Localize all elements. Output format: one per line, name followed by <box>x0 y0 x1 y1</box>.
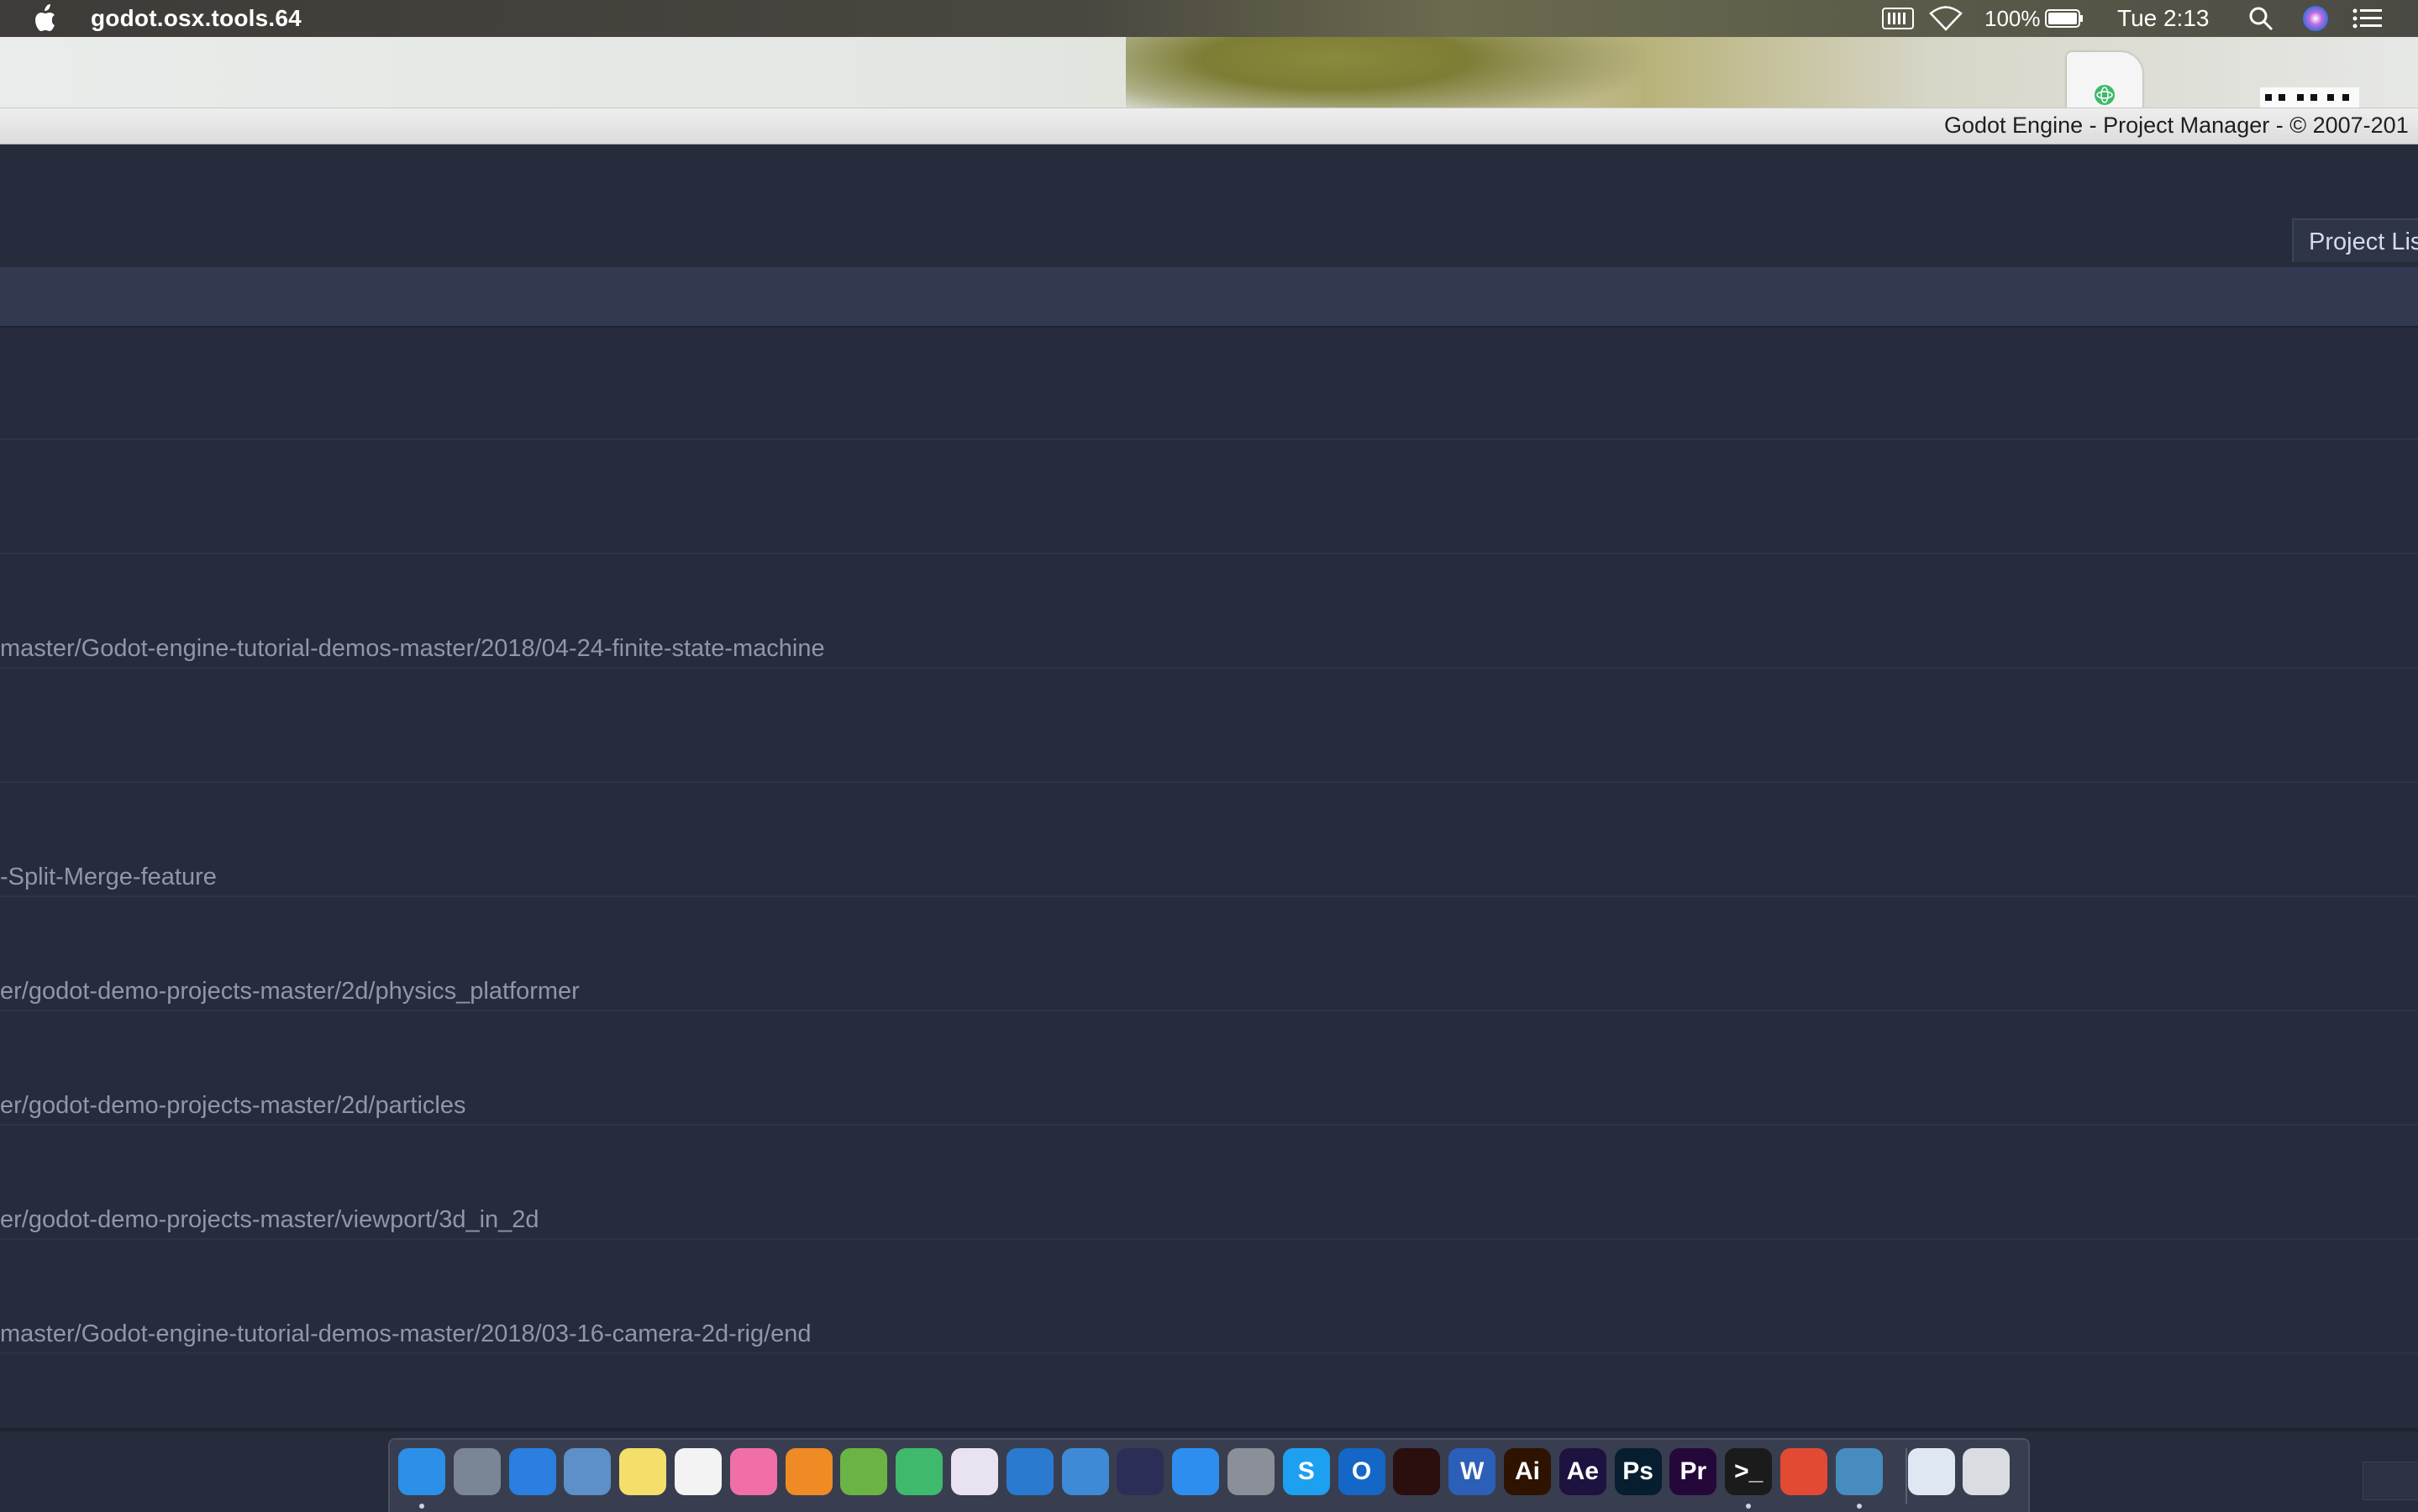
apple-icon[interactable] <box>32 3 57 34</box>
dock-atom-icon[interactable] <box>896 1448 944 1495</box>
project-row[interactable]: -Split-Merge-feature <box>0 783 2418 897</box>
window-title-bar[interactable]: Godot Engine - Project Manager - © 2007-… <box>0 108 2418 144</box>
desktop-file-icon[interactable] <box>2067 52 2142 108</box>
dock: S O W Ai Ae Ps Pr >_ <box>388 1438 2030 1512</box>
corner-widget <box>2363 1462 2418 1500</box>
dock-running-indicator <box>1746 1504 1752 1509</box>
dock-remote-desktop-icon[interactable] <box>1780 1448 1827 1495</box>
dock-launchpad-icon[interactable] <box>453 1448 501 1495</box>
keyboard-input-icon[interactable] <box>1882 0 1914 37</box>
project-row[interactable]: er/godot-demo-projects-master/viewport/3… <box>0 1126 2418 1240</box>
dock-visual-studio-code-icon[interactable] <box>1006 1448 1054 1495</box>
project-row[interactable]: er/godot-demo-projects-master/2d/physics… <box>0 897 2418 1011</box>
dock-safari-downloads-icon[interactable] <box>1907 1448 1955 1495</box>
dock-premiere-icon[interactable]: Pr <box>1669 1448 1717 1495</box>
dock-photoshop-icon[interactable]: Ps <box>1614 1448 1662 1495</box>
dock-running-indicator <box>419 1504 424 1509</box>
project-path: er/godot-demo-projects-master/2d/physics… <box>0 978 580 1005</box>
project-row[interactable] <box>0 326 2418 440</box>
dock-icon-label: Ae <box>1566 1457 1599 1485</box>
dock-terminal-icon[interactable]: >_ <box>1725 1448 1773 1495</box>
wifi-icon[interactable] <box>1929 0 1963 37</box>
dock-blender-icon[interactable] <box>785 1448 833 1495</box>
project-path: master/Godot-engine-tutorial-demos-maste… <box>0 1320 812 1347</box>
dock-acrobat-icon[interactable] <box>1393 1448 1441 1495</box>
dock-photos-icon[interactable] <box>675 1448 722 1495</box>
dock-finder-icon[interactable] <box>398 1448 445 1495</box>
dock-godot-icon[interactable] <box>1835 1448 1883 1495</box>
project-path: er/godot-demo-projects-master/viewport/3… <box>0 1206 539 1233</box>
dock-preview-icon[interactable] <box>564 1448 612 1495</box>
dock-separator <box>1905 1448 1907 1504</box>
dock-running-indicator <box>1856 1504 1862 1509</box>
desktop-wallpaper <box>0 37 2418 108</box>
tab-project-list[interactable]: Project Lis <box>2292 218 2418 262</box>
menu-bar: godot.osx.tools.64 100% Tue 2:13 <box>0 0 2418 37</box>
dock-system-preferences-icon[interactable] <box>1227 1448 1275 1495</box>
dock-illustrator-icon[interactable]: Ai <box>1504 1448 1551 1495</box>
dock-android-studio-icon[interactable] <box>840 1448 888 1495</box>
dock-icon-label: Pr <box>1679 1457 1707 1485</box>
menu-app-name[interactable]: godot.osx.tools.64 <box>91 5 302 32</box>
project-row[interactable] <box>0 440 2418 554</box>
project-path: -Split-Merge-feature <box>0 864 217 890</box>
dock-icon-label: >_ <box>1734 1457 1764 1485</box>
dock-colorsnapper-icon[interactable] <box>951 1448 998 1495</box>
dock-trash-icon[interactable] <box>1963 1448 2011 1495</box>
project-manager: Project Lis master/Godot-engine-tutorial… <box>0 144 2418 1430</box>
project-row[interactable]: er/godot-demo-projects-master/2d/particl… <box>0 1011 2418 1126</box>
dock-app-store-icon[interactable] <box>1172 1448 1220 1495</box>
dock-icon-label: S <box>1297 1457 1315 1485</box>
wallpaper-tree <box>1126 37 1647 108</box>
dock-eclipse-icon[interactable] <box>1117 1448 1164 1495</box>
notification-center-icon[interactable] <box>2352 0 2383 37</box>
dock-outlook-icon[interactable]: O <box>1338 1448 1385 1495</box>
project-path: er/godot-demo-projects-master/2d/particl… <box>0 1092 466 1119</box>
dock-word-icon[interactable]: W <box>1448 1448 1496 1495</box>
project-row[interactable] <box>0 669 2418 783</box>
dock-icon-label: Ps <box>1622 1457 1653 1485</box>
dock-after-effects-icon[interactable]: Ae <box>1559 1448 1606 1495</box>
project-list-header <box>0 267 2418 328</box>
spotlight-search-icon[interactable] <box>2248 0 2273 37</box>
menu-clock[interactable]: Tue 2:13 <box>2117 0 2209 37</box>
project-row[interactable]: master/Godot-engine-tutorial-demos-maste… <box>0 1240 2418 1354</box>
dock-safari-icon[interactable] <box>508 1448 556 1495</box>
project-path: master/Godot-engine-tutorial-demos-maste… <box>0 635 825 662</box>
dock-icon-label: Ai <box>1515 1457 1540 1485</box>
window-title: Godot Engine - Project Manager - © 2007-… <box>1944 113 2409 138</box>
project-row[interactable]: master/Godot-engine-tutorial-demos-maste… <box>0 554 2418 669</box>
dock-xcode-icon[interactable] <box>1061 1448 1109 1495</box>
battery-percent: 100% <box>1984 5 2041 31</box>
dock-icon-label: W <box>1460 1457 1485 1485</box>
desktop-barcode-icon[interactable] <box>2260 87 2359 108</box>
dock-notes-icon[interactable] <box>619 1448 667 1495</box>
dock-itunes-icon[interactable] <box>729 1448 777 1495</box>
siri-icon[interactable] <box>2302 0 2329 37</box>
dock-skype-icon[interactable]: S <box>1282 1448 1330 1495</box>
window-bottom-border <box>0 1428 2418 1431</box>
dock-icon-label: O <box>1351 1457 1372 1485</box>
battery-icon[interactable] <box>2045 0 2084 37</box>
